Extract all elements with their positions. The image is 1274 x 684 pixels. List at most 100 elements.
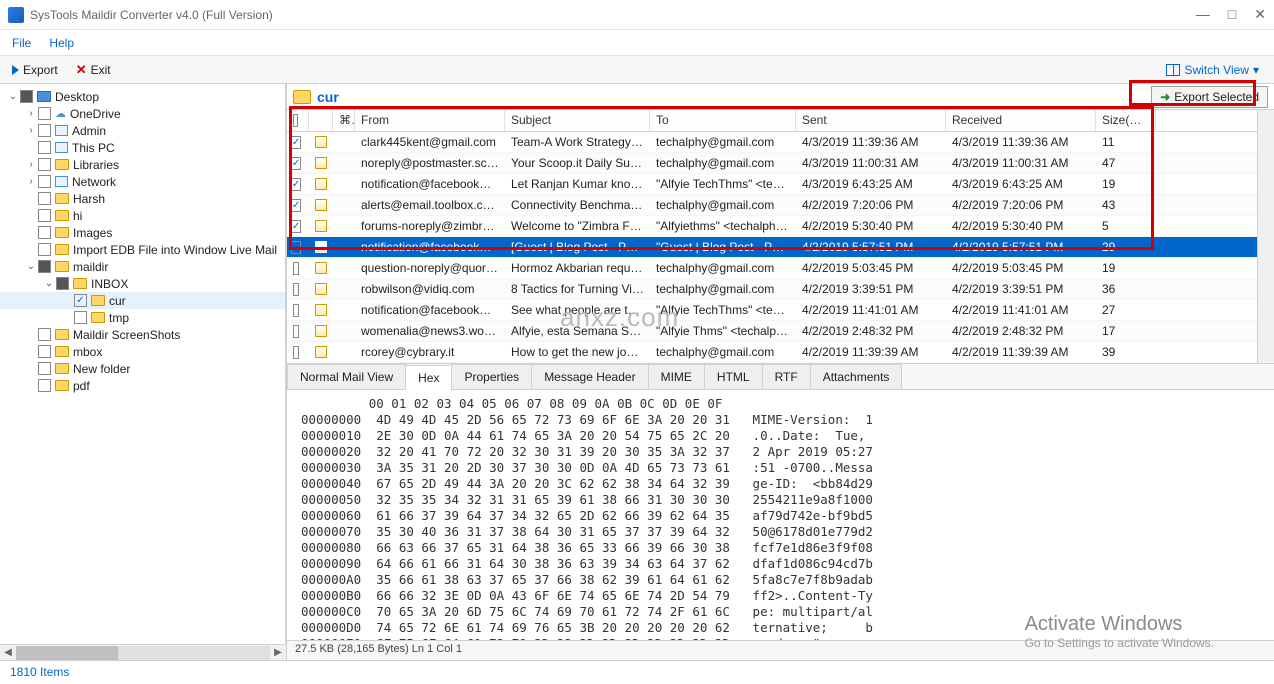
mail-row[interactable]: alerts@email.toolbox.comConnectivity Ben… bbox=[287, 195, 1257, 216]
tree-checkbox[interactable] bbox=[74, 294, 87, 307]
mail-icon bbox=[315, 304, 327, 316]
col-sent[interactable]: Sent bbox=[796, 110, 946, 131]
tree-checkbox[interactable] bbox=[38, 260, 51, 273]
tree-item[interactable]: ›☁OneDrive bbox=[0, 105, 285, 122]
tree-checkbox[interactable] bbox=[38, 362, 51, 375]
tree-item[interactable]: cur bbox=[0, 292, 285, 309]
col-received[interactable]: Received bbox=[946, 110, 1096, 131]
tree-checkbox[interactable] bbox=[38, 243, 51, 256]
tree-item[interactable]: ›Libraries bbox=[0, 156, 285, 173]
row-checkbox[interactable] bbox=[293, 304, 299, 317]
twisty-icon[interactable]: › bbox=[24, 176, 38, 187]
tab-mime[interactable]: MIME bbox=[648, 364, 705, 389]
tree-checkbox[interactable] bbox=[38, 345, 51, 358]
tree-checkbox[interactable] bbox=[74, 311, 87, 324]
tree-item[interactable]: ⌄INBOX bbox=[0, 275, 285, 292]
tree-checkbox[interactable] bbox=[38, 328, 51, 341]
col-icon[interactable] bbox=[309, 110, 333, 131]
mail-row[interactable]: rcorey@cybrary.itHow to get the new job,… bbox=[287, 342, 1257, 363]
tree-item[interactable]: Maildir ScreenShots bbox=[0, 326, 285, 343]
tree-item[interactable]: New folder bbox=[0, 360, 285, 377]
export-selected-button[interactable]: ➜ Export Selected bbox=[1151, 86, 1268, 108]
twisty-icon[interactable]: › bbox=[24, 108, 38, 119]
switch-view-button[interactable]: Switch View ▾ bbox=[1159, 60, 1266, 80]
tab-html[interactable]: HTML bbox=[704, 364, 763, 389]
export-button[interactable]: Export bbox=[8, 60, 62, 80]
tree-item[interactable]: pdf bbox=[0, 377, 285, 394]
row-checkbox[interactable] bbox=[293, 262, 299, 275]
tab-attachments[interactable]: Attachments bbox=[810, 364, 903, 389]
row-checkbox[interactable] bbox=[293, 283, 299, 296]
breadcrumb: cur ➜ Export Selected bbox=[287, 84, 1274, 110]
twisty-icon[interactable]: ⌄ bbox=[24, 261, 38, 272]
tree-item[interactable]: ⌄Desktop bbox=[0, 88, 285, 105]
twisty-icon[interactable]: › bbox=[24, 159, 38, 170]
mail-grid[interactable]: clark445kent@gmail.comTeam-A Work Strate… bbox=[287, 132, 1257, 363]
grid-scrollbar[interactable] bbox=[1257, 110, 1274, 363]
tree-item[interactable]: ›Admin bbox=[0, 122, 285, 139]
tree-checkbox[interactable] bbox=[38, 107, 51, 120]
tree-checkbox[interactable] bbox=[20, 90, 33, 103]
col-attachment[interactable]: ⌘ bbox=[333, 110, 355, 131]
mail-row[interactable]: notification@facebookmai...See what peop… bbox=[287, 300, 1257, 321]
mail-row[interactable]: noreply@postmaster.scoo...Your Scoop.it … bbox=[287, 153, 1257, 174]
tree-checkbox[interactable] bbox=[38, 175, 51, 188]
tree-checkbox[interactable] bbox=[38, 209, 51, 222]
tree-checkbox[interactable] bbox=[38, 141, 51, 154]
tree-item[interactable]: Import EDB File into Window Live Mail bbox=[0, 241, 285, 258]
tree-checkbox[interactable] bbox=[38, 226, 51, 239]
col-from[interactable]: From bbox=[355, 110, 505, 131]
exit-button[interactable]: ✕ Exit bbox=[72, 60, 115, 80]
close-button[interactable]: ✕ bbox=[1254, 6, 1266, 23]
menu-file[interactable]: File bbox=[12, 36, 31, 50]
tree-hscroll[interactable]: ◀ ▶ bbox=[0, 644, 286, 660]
tree-checkbox[interactable] bbox=[56, 277, 69, 290]
menu-help[interactable]: Help bbox=[49, 36, 74, 50]
twisty-icon[interactable]: ⌄ bbox=[42, 278, 56, 289]
tab-rtf[interactable]: RTF bbox=[762, 364, 811, 389]
row-checkbox[interactable] bbox=[291, 220, 301, 233]
tab-hex[interactable]: Hex bbox=[405, 365, 452, 390]
tab-message-header[interactable]: Message Header bbox=[531, 364, 648, 389]
folder-tree[interactable]: ⌄Desktop›☁OneDrive›AdminThis PC›Librarie… bbox=[0, 84, 286, 660]
mail-row[interactable]: forums-noreply@zimbra.c...Welcome to "Zi… bbox=[287, 216, 1257, 237]
tree-item[interactable]: hi bbox=[0, 207, 285, 224]
mail-row[interactable]: notification@facebookmai...[Guest | Blog… bbox=[287, 237, 1257, 258]
tree-item[interactable]: ›Network bbox=[0, 173, 285, 190]
tree-item[interactable]: tmp bbox=[0, 309, 285, 326]
cell-size: 19 bbox=[1096, 177, 1156, 191]
hex-view[interactable]: 00 01 02 03 04 05 06 07 08 09 0A 0B 0C 0… bbox=[287, 390, 1274, 640]
mail-row[interactable]: womenalia@news3.wome...Alfyie, esta Sema… bbox=[287, 321, 1257, 342]
tree-checkbox[interactable] bbox=[38, 379, 51, 392]
tree-checkbox[interactable] bbox=[38, 158, 51, 171]
col-to[interactable]: To bbox=[650, 110, 796, 131]
mail-row[interactable]: notification@facebookmai...Let Ranjan Ku… bbox=[287, 174, 1257, 195]
minimize-button[interactable]: — bbox=[1196, 6, 1210, 23]
maximize-button[interactable]: □ bbox=[1228, 6, 1236, 23]
twisty-icon[interactable]: ⌄ bbox=[6, 91, 20, 102]
row-checkbox[interactable] bbox=[291, 136, 301, 149]
tree-item[interactable]: Images bbox=[0, 224, 285, 241]
tree-item[interactable]: mbox bbox=[0, 343, 285, 360]
select-all-checkbox[interactable] bbox=[293, 114, 298, 127]
mail-row[interactable]: robwilson@vidiq.com8 Tactics for Turning… bbox=[287, 279, 1257, 300]
tree-checkbox[interactable] bbox=[38, 124, 51, 137]
tree-checkbox[interactable] bbox=[38, 192, 51, 205]
tree-item[interactable]: ⌄maildir bbox=[0, 258, 285, 275]
row-checkbox[interactable] bbox=[291, 241, 301, 254]
col-subject[interactable]: Subject bbox=[505, 110, 650, 131]
tree-item[interactable]: Harsh bbox=[0, 190, 285, 207]
col-size[interactable]: Size(KB) bbox=[1096, 110, 1156, 131]
mail-row[interactable]: question-noreply@quora....Hormoz Akbaria… bbox=[287, 258, 1257, 279]
chevron-down-icon: ▾ bbox=[1253, 63, 1259, 77]
row-checkbox[interactable] bbox=[291, 199, 301, 212]
tab-normal-mail-view[interactable]: Normal Mail View bbox=[287, 364, 406, 389]
twisty-icon[interactable]: › bbox=[24, 125, 38, 136]
row-checkbox[interactable] bbox=[291, 157, 301, 170]
tree-item[interactable]: This PC bbox=[0, 139, 285, 156]
tab-properties[interactable]: Properties bbox=[451, 364, 532, 389]
row-checkbox[interactable] bbox=[293, 346, 299, 359]
row-checkbox[interactable] bbox=[293, 325, 299, 338]
mail-row[interactable]: clark445kent@gmail.comTeam-A Work Strate… bbox=[287, 132, 1257, 153]
row-checkbox[interactable] bbox=[291, 178, 301, 191]
